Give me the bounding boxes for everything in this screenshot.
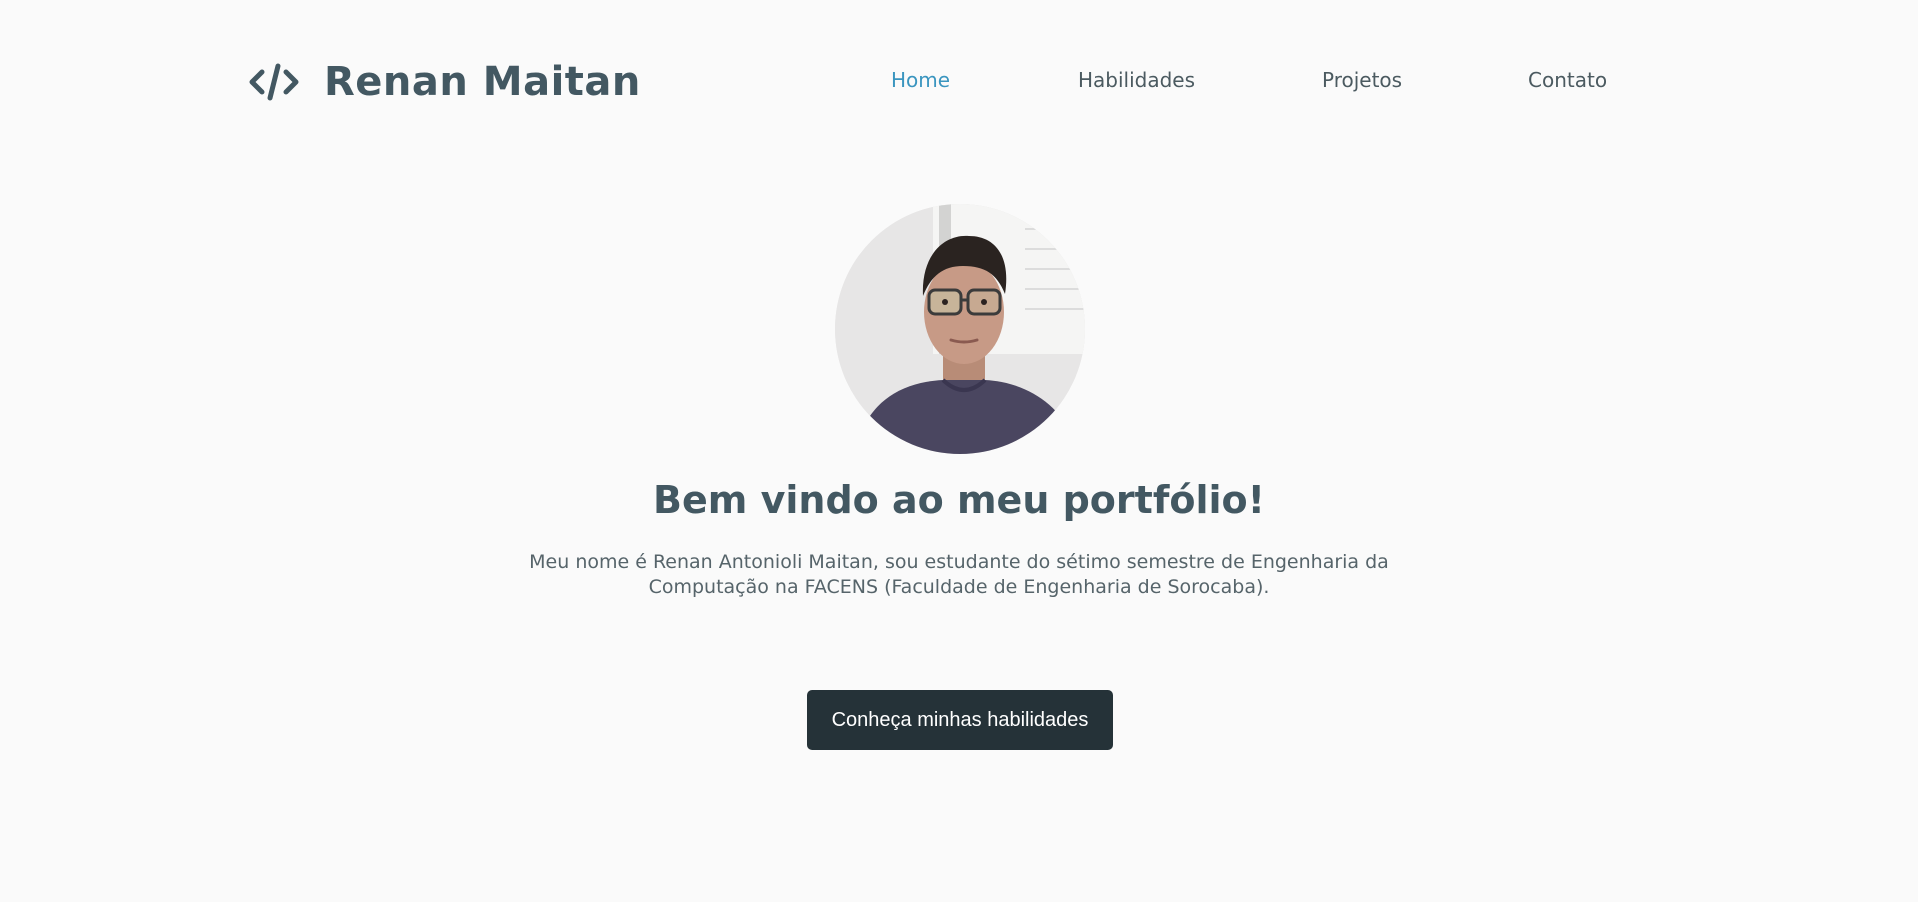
- nav-item-projetos[interactable]: Projetos: [1322, 68, 1402, 92]
- nav-item-habilidades[interactable]: Habilidades: [1078, 68, 1195, 92]
- main-nav: Home Habilidades Projetos Contato: [0, 68, 1918, 98]
- profile-photo-icon: [835, 204, 1085, 454]
- nav-item-contato[interactable]: Contato: [1528, 68, 1607, 92]
- nav-item-home[interactable]: Home: [891, 68, 950, 92]
- avatar: [835, 204, 1085, 454]
- skills-cta-button[interactable]: Conheça minhas habilidades: [807, 690, 1113, 750]
- page-title: Bem vindo ao meu portfólio!: [653, 478, 1265, 522]
- intro-text: Meu nome é Renan Antonioli Maitan, sou e…: [529, 551, 1389, 598]
- page: Renan Maitan Home Habilidades Projetos C…: [0, 0, 1918, 902]
